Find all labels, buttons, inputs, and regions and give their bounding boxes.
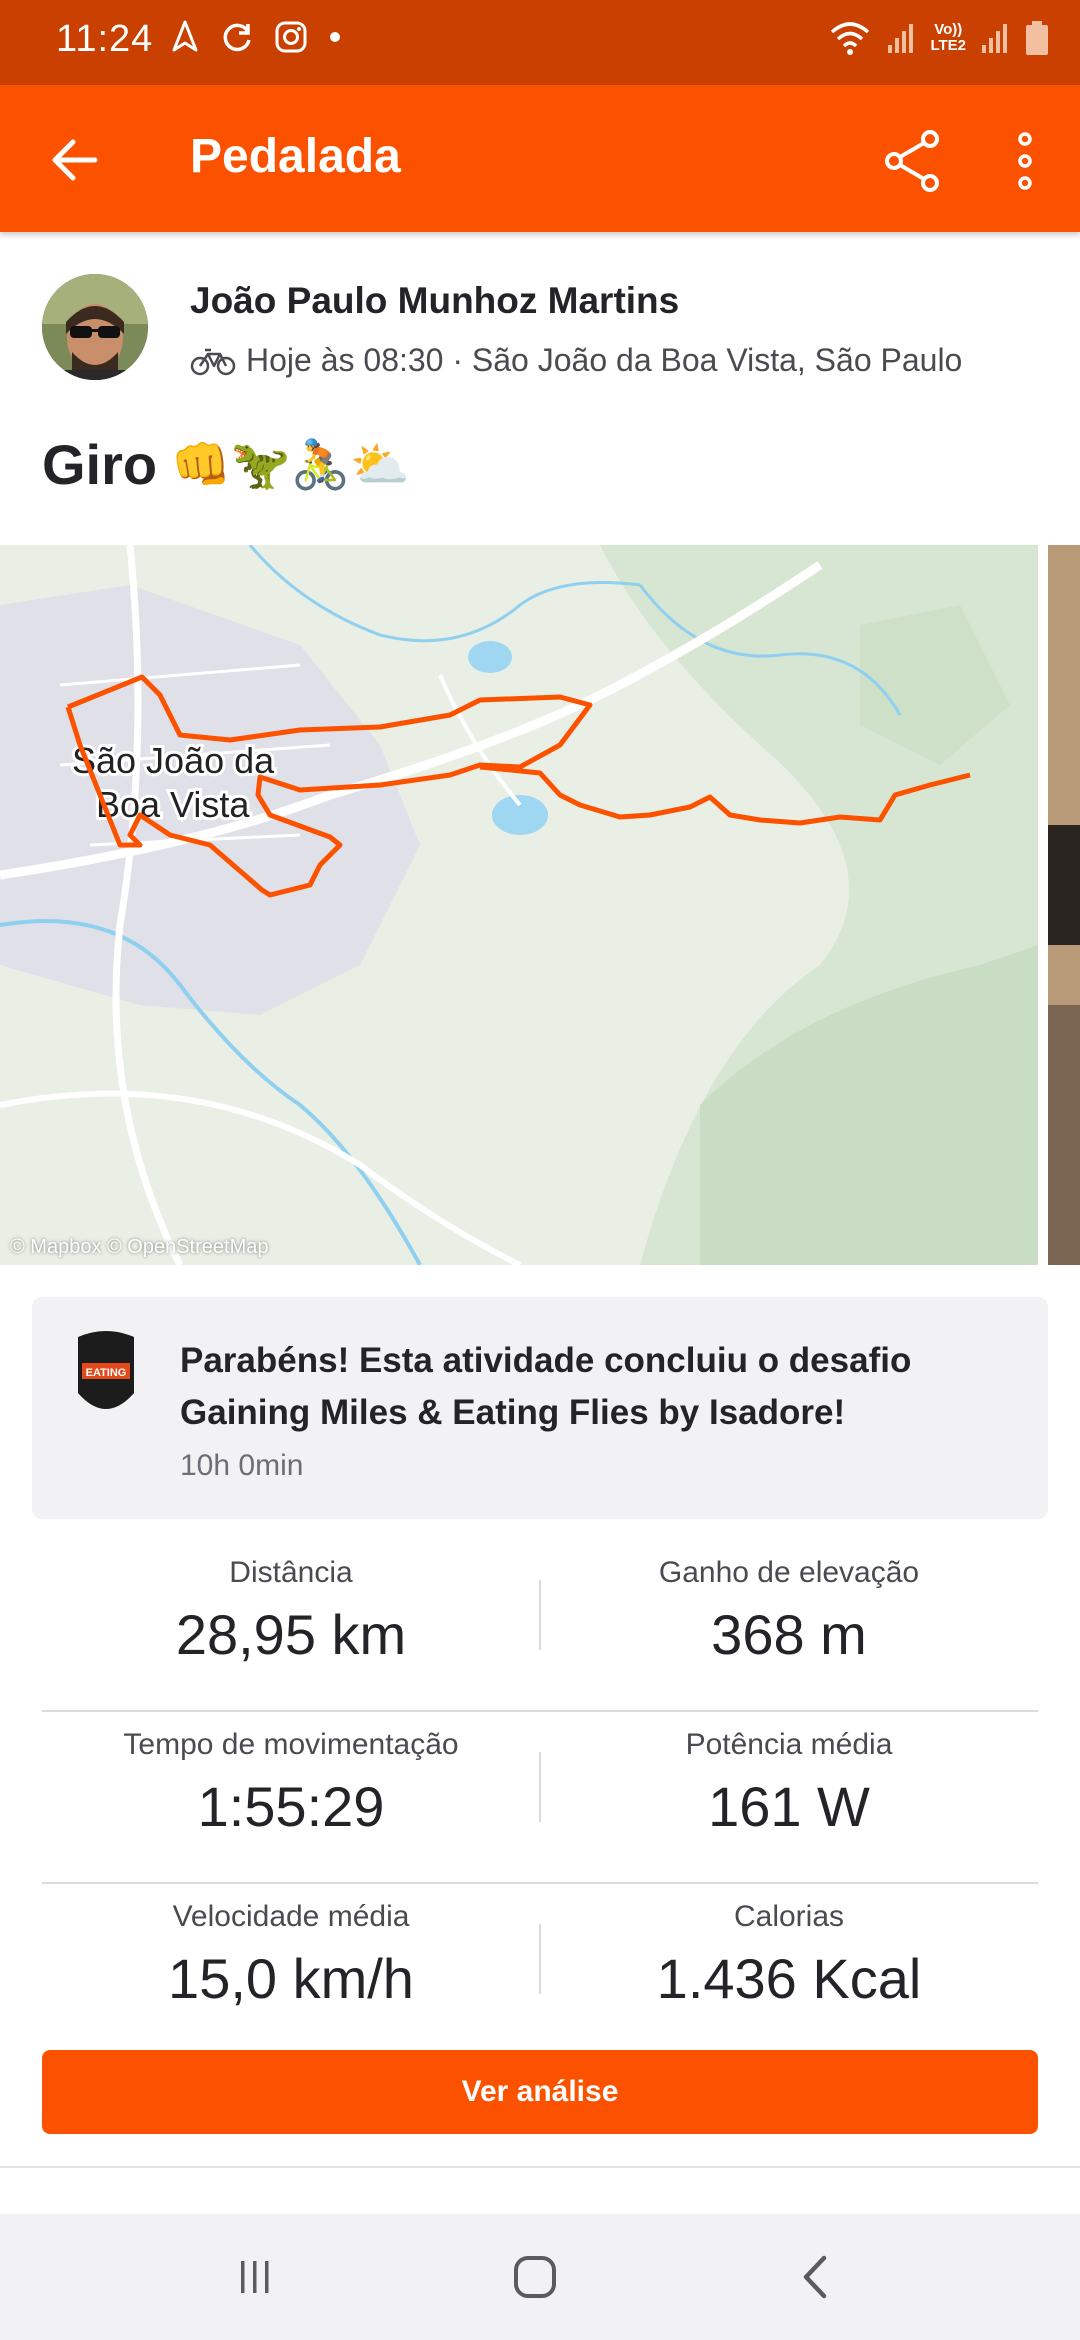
system-nav-bar — [0, 2214, 1080, 2340]
photo-peek-image — [1048, 545, 1080, 1265]
avatar[interactable] — [42, 274, 148, 380]
stat-label: Ganho de elevação — [658, 1556, 920, 1589]
section-divider — [0, 2166, 1080, 2168]
stat-value: 1.436 Kcal — [656, 1947, 922, 2010]
nav-back-button[interactable] — [770, 2242, 860, 2312]
share-icon — [885, 130, 939, 192]
navigation-icon — [172, 20, 198, 52]
activity-header: João Paulo Munhoz Martins Hoje às 08:30 … — [0, 232, 1080, 552]
activity-meta: Hoje às 08:30 · São João da Boa Vista, S… — [190, 342, 962, 379]
avatar-image — [42, 274, 148, 380]
stat-calories: Calorias 1.436 Kcal — [540, 1884, 1038, 2054]
stats-grid: Distância 28,95 km Ganho de elevação 368… — [42, 1540, 1038, 2054]
more-options-button[interactable] — [990, 123, 1060, 199]
challenge-badge-text: EATING — [86, 1367, 127, 1379]
challenge-card[interactable]: EATING Parabéns! Esta atividade concluiu… — [32, 1297, 1048, 1519]
app-bar: Pedalada — [0, 85, 1080, 232]
challenge-badge-icon: EATING — [78, 1331, 134, 1409]
back-button[interactable] — [40, 125, 110, 195]
stat-label: Distância — [229, 1556, 353, 1589]
activity-meta-text: Hoje às 08:30 · São João da Boa Vista, S… — [246, 342, 963, 378]
stat-distance: Distância 28,95 km — [42, 1540, 540, 1710]
stat-value: 1:55:29 — [197, 1775, 385, 1838]
back-chevron-icon — [803, 2255, 827, 2299]
athlete-name[interactable]: João Paulo Munhoz Martins — [190, 280, 679, 322]
map-graphic: São João da Boa Vista — [0, 545, 1038, 1265]
lte-label: LTE2 — [930, 37, 966, 54]
stat-value: 161 W — [708, 1775, 870, 1838]
stat-value: 368 m — [711, 1603, 867, 1666]
status-right-icons: Vo)) LTE2 — [828, 18, 1050, 58]
stat-label: Potência média — [685, 1728, 893, 1761]
bike-icon — [190, 348, 236, 375]
stat-value: 28,95 km — [175, 1603, 407, 1666]
sync-icon — [223, 23, 251, 52]
challenge-time: 10h 0min — [180, 1449, 304, 1482]
activity-title: Giro 👊🦖🚴⛅ — [42, 432, 410, 497]
stat-power: Potência média 161 W — [540, 1712, 1038, 1882]
stat-speed: Velocidade média 15,0 km/h — [42, 1884, 540, 2054]
page-title: Pedalada — [190, 130, 401, 183]
signal-icon-2 — [982, 24, 1007, 53]
home-icon — [514, 2256, 556, 2298]
stat-label: Calorias — [733, 1900, 845, 1933]
stat-label: Tempo de movimentação — [123, 1728, 459, 1761]
stat-moving-time: Tempo de movimentação 1:55:29 — [42, 1712, 540, 1882]
stats-row: Velocidade média 15,0 km/h Calorias 1.43… — [42, 1884, 1038, 2054]
volte-label: Vo)) — [934, 21, 963, 38]
stats-row: Tempo de movimentação 1:55:29 Potência m… — [42, 1712, 1038, 1884]
recents-icon — [241, 2261, 269, 2293]
instagram-icon — [275, 21, 307, 53]
share-button[interactable] — [875, 123, 951, 199]
map-city-label-1: São João da — [72, 740, 275, 781]
stat-elevation: Ganho de elevação 368 m — [540, 1540, 1038, 1710]
arrow-left-icon — [52, 139, 98, 181]
challenge-text: Parabéns! Esta atividade concluiu o desa… — [180, 1341, 912, 1432]
map-attribution[interactable]: © Mapbox © OpenStreetMap — [10, 1236, 269, 1259]
status-time: 11:24 — [56, 18, 154, 60]
home-button[interactable] — [490, 2242, 580, 2312]
view-analysis-button[interactable]: Ver análise — [42, 2050, 1038, 2134]
activity-title-emojis: 👊🦖🚴⛅ — [171, 439, 411, 492]
route-map[interactable]: São João da Boa Vista © Mapbox © OpenStr… — [0, 545, 1038, 1265]
wifi-icon — [831, 22, 870, 55]
next-photo-preview[interactable] — [1048, 545, 1080, 1265]
volte-icon: Vo)) LTE2 — [930, 22, 966, 54]
dot-icon — [330, 32, 340, 42]
recents-button[interactable] — [210, 2242, 300, 2312]
more-vertical-icon — [1018, 132, 1032, 190]
status-bar: 11:24 Vo)) LTE2 — [0, 0, 1080, 85]
battery-icon — [1026, 21, 1048, 55]
stat-value: 15,0 km/h — [168, 1947, 414, 2010]
signal-icon — [888, 24, 914, 53]
stat-label: Velocidade média — [172, 1900, 410, 1933]
activity-title-text: Giro — [42, 433, 158, 496]
stats-row: Distância 28,95 km Ganho de elevação 368… — [42, 1540, 1038, 1712]
status-left-icons — [170, 20, 342, 54]
map-city-label-2: Boa Vista — [96, 784, 250, 825]
